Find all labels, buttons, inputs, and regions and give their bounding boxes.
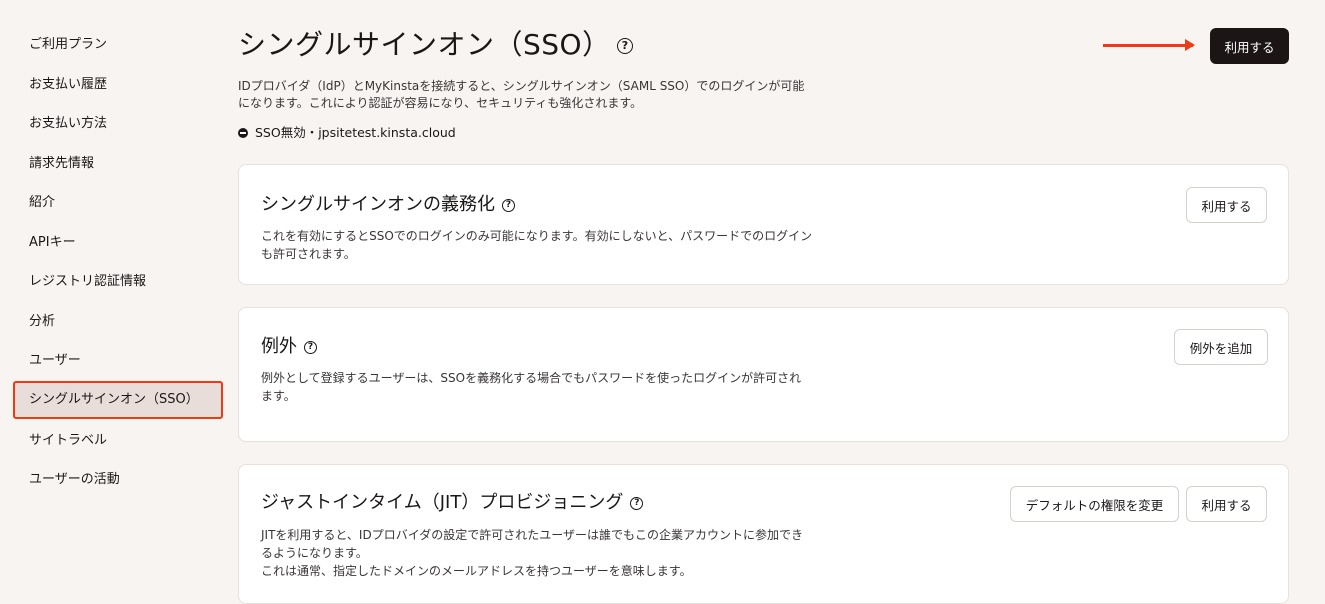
sso-settings-main: シングルサインオン（SSO） ? IDプロバイダ（IdP）とMyKinstaを接… <box>238 0 1289 604</box>
sidebar-item-billing-info[interactable]: 請求先情報 <box>13 145 223 183</box>
description-line: これを有効にするとSSOでのログインのみ可能になります。有効にしないと、パスワー… <box>261 229 813 243</box>
sso-status-text: SSO無効・jpsitetest.kinsta.cloud <box>255 125 456 140</box>
enable-sso-button[interactable]: 利用する <box>1210 28 1289 64</box>
page-description-line: IDプロバイダ（IdP）とMyKinstaを接続すると、シングルサインオン（SA… <box>238 79 805 93</box>
annotation-arrow <box>1103 39 1195 51</box>
exceptions-description: 例外として登録するユーザーは、SSOを義務化する場合でもパスワードを使ったログイ… <box>261 369 851 405</box>
add-exception-button[interactable]: 例外を追加 <box>1174 329 1268 365</box>
sidebar-item-referral[interactable]: 紹介 <box>13 184 223 222</box>
settings-sidebar: ご利用プラン お支払い履歴 お支払い方法 請求先情報 紹介 APIキー レジスト… <box>0 0 230 589</box>
sidebar-item-api-keys[interactable]: APIキー <box>13 224 223 262</box>
help-icon[interactable]: ? <box>502 198 515 212</box>
description-line: これは通常、指定したドメインのメールアドレスを持つユーザーを意味します。 <box>261 564 692 578</box>
description-line: 例外として登録するユーザーは、SSOを義務化する場合でもパスワードを使ったログイ… <box>261 371 802 385</box>
sso-enforce-description: これを有効にするとSSOでのログインのみ可能になります。有効にしないと、パスワー… <box>261 227 851 263</box>
jit-description: JITを利用すると、IDプロバイダの設定で許可されたユーザーは誰でもこの企業アカ… <box>261 526 851 580</box>
sidebar-item-site-labels[interactable]: サイトラベル <box>13 422 223 460</box>
sidebar-item-plan[interactable]: ご利用プラン <box>13 26 223 64</box>
jit-title: ジャストインタイム（JIT）プロビジョニング ? <box>261 490 644 516</box>
page-description-line: になります。これにより認証が容易になり、セキュリティも強化されます。 <box>238 96 643 110</box>
page-title: シングルサインオン（SSO） <box>238 28 611 61</box>
sidebar-item-sso[interactable]: シングルサインオン（SSO） <box>13 381 223 419</box>
sso-enforce-title-text: シングルサインオンの義務化 <box>261 194 495 215</box>
description-line: も許可されます。 <box>261 247 356 261</box>
jit-provisioning-card: ジャストインタイム（JIT）プロビジョニング ? JITを利用すると、IDプロバ… <box>238 464 1289 604</box>
exceptions-title: 例外 ? <box>261 334 317 360</box>
sidebar-item-payment-history[interactable]: お支払い履歴 <box>13 66 223 104</box>
sso-status: SSO無効・jpsitetest.kinsta.cloud <box>238 125 456 141</box>
jit-title-text: ジャストインタイム（JIT）プロビジョニング <box>261 492 624 513</box>
sso-enforce-card: シングルサインオンの義務化 ? これを有効にするとSSOでのログインのみ可能にな… <box>238 164 1289 285</box>
description-line: JITを利用すると、IDプロバイダの設定で許可されたユーザーは誰でもこの企業アカ… <box>261 528 803 542</box>
exceptions-card: 例外 ? 例外として登録するユーザーは、SSOを義務化する場合でもパスワードを使… <box>238 307 1289 442</box>
description-line: るようになります。 <box>261 546 368 560</box>
sso-enforce-title: シングルサインオンの義務化 ? <box>261 192 515 218</box>
change-default-permissions-button[interactable]: デフォルトの権限を変更 <box>1010 486 1179 522</box>
enforce-enable-button[interactable]: 利用する <box>1186 187 1267 223</box>
sidebar-item-analytics[interactable]: 分析 <box>13 303 223 341</box>
sidebar-item-registry-credentials[interactable]: レジストリ認証情報 <box>13 263 223 301</box>
help-icon[interactable]: ? <box>304 340 317 354</box>
disabled-status-icon <box>238 128 248 138</box>
exceptions-title-text: 例外 <box>261 336 297 357</box>
sidebar-item-payment-method[interactable]: お支払い方法 <box>13 105 223 143</box>
description-line: ます。 <box>261 389 296 403</box>
help-icon[interactable]: ? <box>630 496 644 510</box>
sidebar-item-users[interactable]: ユーザー <box>13 342 223 380</box>
help-icon[interactable]: ? <box>617 38 633 54</box>
sidebar-item-user-activity[interactable]: ユーザーの活動 <box>13 461 223 499</box>
jit-enable-button[interactable]: 利用する <box>1186 486 1267 522</box>
page-description: IDプロバイダ（IdP）とMyKinstaを接続すると、シングルサインオン（SA… <box>238 78 838 112</box>
